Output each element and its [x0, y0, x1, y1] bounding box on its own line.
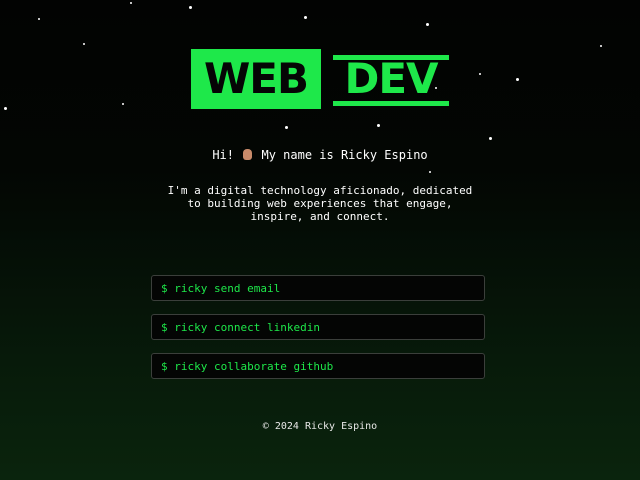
web-dev-logo: WEB DEV — [191, 49, 449, 109]
star — [600, 45, 602, 47]
star — [38, 18, 40, 20]
star — [516, 78, 519, 81]
star — [130, 2, 132, 4]
star — [122, 103, 124, 105]
star — [304, 16, 307, 19]
logo-bottom-bar — [333, 101, 449, 106]
greeting-name: My name is Ricky Espino — [261, 148, 428, 162]
star — [4, 107, 7, 110]
logo-web-block: WEB — [191, 49, 321, 109]
star — [489, 137, 492, 140]
star — [377, 124, 380, 127]
send-email-button[interactable]: $ ricky send email — [151, 275, 485, 301]
intro-paragraph: I'm a digital technology aficionado, ded… — [167, 184, 473, 223]
collaborate-github-button[interactable]: $ ricky collaborate github — [151, 353, 485, 379]
star — [426, 23, 429, 26]
star — [429, 171, 431, 173]
star — [285, 126, 288, 129]
logo-dev-block: DEV — [333, 49, 449, 109]
star — [83, 43, 85, 45]
connect-linkedin-button[interactable]: $ ricky connect linkedin — [151, 314, 485, 340]
greeting-hi: Hi! — [212, 148, 235, 162]
footer-copyright: © 2024 Ricky Espino — [262, 421, 378, 432]
waving-hand-icon — [243, 149, 253, 160]
star — [189, 6, 192, 9]
logo-dev-text: DEV — [344, 54, 438, 103]
greeting-heading: Hi! My name is Ricky Espino — [0, 148, 640, 162]
star — [479, 73, 481, 75]
